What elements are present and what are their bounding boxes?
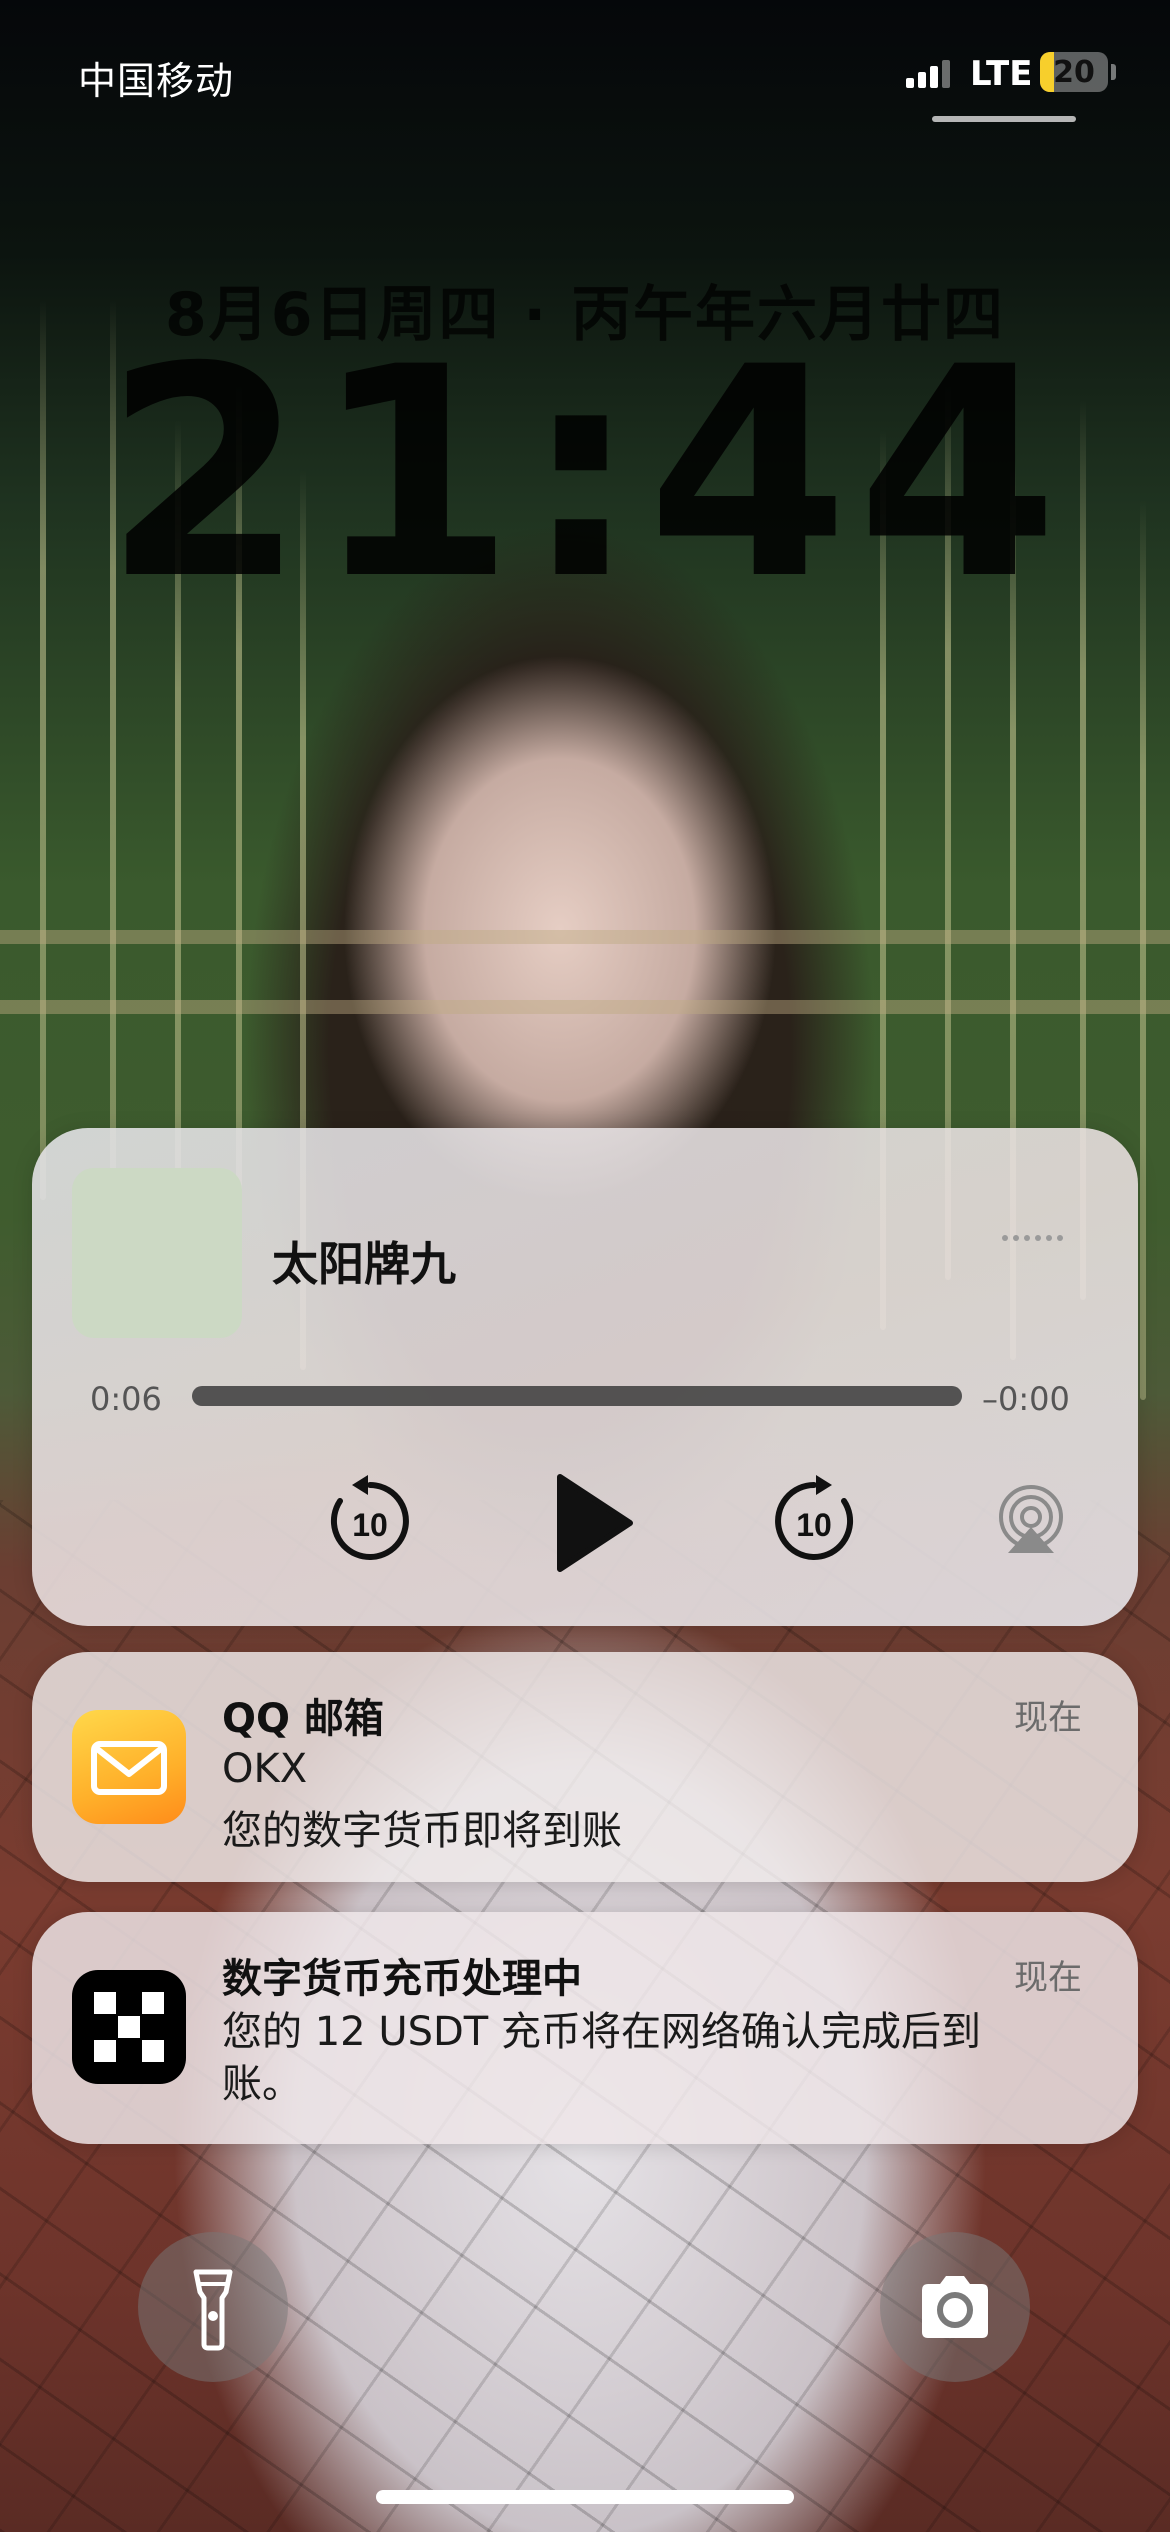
status-bar: 中国移动 LTE 20 <box>0 0 1170 130</box>
home-indicator[interactable] <box>376 2490 794 2504</box>
signal-icon <box>906 58 956 88</box>
notification-sender: OKX <box>222 1746 308 1792</box>
okx-icon <box>72 1970 186 2084</box>
remaining-time: –0:00 <box>982 1380 1070 1418</box>
battery-icon: 20 <box>1040 52 1108 92</box>
playback-scrubber[interactable] <box>192 1386 962 1406</box>
wallpaper-bamboo <box>1140 500 1146 1400</box>
wallpaper-fence <box>0 1000 1170 1014</box>
camera-icon <box>922 2276 988 2338</box>
skip-forward-seconds: 10 <box>796 1507 832 1543</box>
elapsed-time: 0:06 <box>90 1380 162 1418</box>
notification-qq-mail[interactable]: QQ 邮箱 OKX 您的数字货币即将到账 现在 <box>32 1652 1138 1882</box>
network-type: LTE <box>970 54 1033 94</box>
notification-body: 您的 12 USDT 充币将在网络确认完成后到账。 <box>222 2009 981 2107</box>
lock-screen-clock: 21:44 <box>103 306 1067 643</box>
carrier-name: 中国移动 <box>78 59 235 103</box>
airplay-icon[interactable] <box>994 1483 1068 1557</box>
flashlight-button[interactable] <box>138 2232 288 2382</box>
notification-time: 现在 <box>1014 1698 1082 1738</box>
skip-back-seconds: 10 <box>352 1507 388 1543</box>
play-icon[interactable] <box>532 1463 652 1583</box>
notification-time: 现在 <box>1014 1958 1082 1998</box>
control-center-grabber[interactable] <box>932 116 1076 122</box>
notification-title: 数字货币充币处理中 <box>222 1956 582 2002</box>
battery-level: 20 <box>1053 55 1095 90</box>
skip-forward-icon[interactable]: 10 <box>766 1473 862 1569</box>
notification-body: 您的数字货币即将到账 <box>222 1808 622 1854</box>
mail-icon <box>72 1710 186 1824</box>
wallpaper-fence <box>0 930 1170 944</box>
battery-tip <box>1111 64 1116 80</box>
track-title: 太阳牌九 <box>272 1237 456 1291</box>
notification-app-name: QQ 邮箱 <box>222 1696 384 1742</box>
notification-crypto-deposit[interactable]: 数字货币充币处理中 您的 12 USDT 充币将在网络确认完成后到账。 现在 <box>32 1912 1138 2144</box>
camera-button[interactable] <box>880 2232 1030 2382</box>
now-playing-widget[interactable]: 太阳牌九 0:06 –0:00 10 10 <box>32 1128 1138 1626</box>
more-icon[interactable] <box>1002 1232 1066 1244</box>
flashlight-icon <box>193 2269 233 2351</box>
album-artwork <box>72 1168 242 1338</box>
skip-back-icon[interactable]: 10 <box>322 1473 418 1569</box>
